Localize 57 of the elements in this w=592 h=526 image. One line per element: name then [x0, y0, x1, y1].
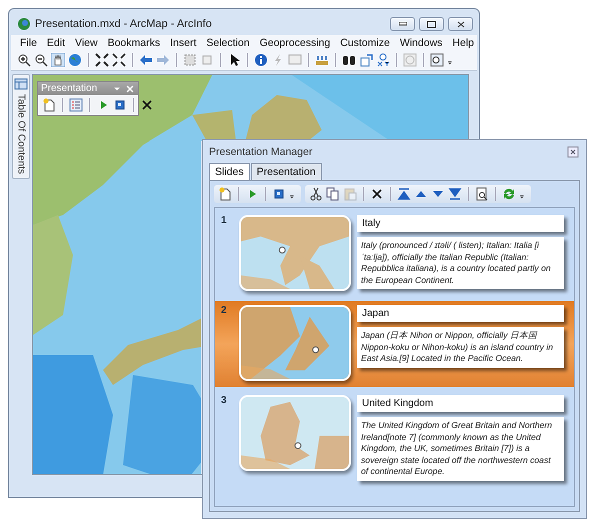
full-extent-icon[interactable]: [95, 53, 109, 67]
app-globe-icon[interactable]: [17, 17, 31, 31]
tab[interactable]: Presentation: [250, 163, 322, 180]
slide-description: Italy (pronounced / ɪtəli/ ( listen); Italian: Italia [iˈtaːlja]), officially the Italian Republic (Italian: Repubblica italiana), is a country located partly on the European Continent.: [357, 237, 564, 289]
menu-item[interactable]: Windows: [394, 36, 448, 50]
close-button[interactable]: [448, 17, 473, 31]
toc-label: Table Of Contents: [16, 94, 26, 174]
zoom-in-icon[interactable]: [17, 53, 31, 67]
menu-item[interactable]: Customize: [335, 36, 395, 50]
minimize-icon: [398, 22, 406, 26]
menu-item[interactable]: Insert: [165, 36, 202, 50]
slide-title: United Kingdom: [357, 395, 564, 412]
globe-icon[interactable]: [68, 53, 82, 67]
window-title: Presentation Manager: [209, 146, 314, 158]
magnifier-window-icon[interactable]: [430, 53, 444, 67]
window-title: Presentation.mxd - ArcMap - ArcInfo: [35, 18, 213, 30]
cut-icon[interactable]: [309, 187, 323, 201]
menu-item[interactable]: Selection: [201, 36, 255, 50]
tab[interactable]: Slides: [209, 163, 250, 180]
hand-icon[interactable]: [51, 53, 65, 67]
menu-item[interactable]: File: [15, 36, 42, 50]
back-arrow-icon[interactable]: [139, 53, 153, 67]
copy-icon[interactable]: [326, 187, 340, 201]
preview-icon[interactable]: [475, 187, 489, 201]
go-to-xy-icon[interactable]: [376, 53, 390, 67]
close-icon: [456, 20, 464, 28]
maximize-icon: [427, 20, 436, 28]
time-slider-icon[interactable]: [403, 53, 417, 67]
info-icon[interactable]: [254, 53, 268, 67]
close-icon[interactable]: [566, 145, 580, 159]
delete-icon[interactable]: [370, 187, 384, 201]
slide-item[interactable]: 1 Italy Italy (pronounced / ɪtəli/ ( listen); Italian: Italia [iˈtaːlja]), officially the Italian Republic (Italian: Repubblica italiana), is a country located partly on the European Continent.: [215, 211, 574, 297]
menu-item[interactable]: Bookmarks: [102, 36, 166, 50]
slide-description: The United Kingdom of Great Britain and Northern Ireland[note 7] (commonly known as the United Kingdom, the UK, sometimes Britain [7]) is a sovereign state located off the northwestern coast of continental Europe.: [357, 417, 564, 480]
slide-title: Italy: [357, 215, 564, 232]
slide-number: 3: [221, 395, 228, 408]
slide-title: Japan: [357, 305, 564, 322]
fixed-zoom-icon[interactable]: [112, 53, 126, 67]
slide-number: 1: [221, 215, 228, 228]
table-icon[interactable]: [14, 77, 28, 91]
toc-tab[interactable]: Table Of Contents: [12, 74, 30, 180]
zoom-out-icon[interactable]: [34, 53, 48, 67]
ruler-icon[interactable]: [315, 53, 329, 67]
select-features-icon[interactable]: [183, 53, 197, 67]
minimize-button[interactable]: [390, 17, 415, 31]
slide-item[interactable]: 2 Japan Japan (日本 Nihon or Nippon, officially 日本国 Nippon-koku or Nihon-koku) is an island country in East Asia.[9] Located in the Pacific Ocean.: [215, 301, 574, 387]
move-bottom-icon[interactable]: [448, 187, 462, 201]
slide-description: Japan (日本 Nihon or Nippon, officially 日本国 Nippon-koku or Nihon-koku) is an island country in East Asia.[9] Located in the Pacific Ocean.: [357, 327, 564, 368]
menu-item[interactable]: Geoprocessing: [254, 36, 336, 50]
menu-item[interactable]: Edit: [42, 36, 70, 50]
new-slide-icon[interactable]: [218, 187, 232, 201]
move-top-icon[interactable]: [397, 187, 411, 201]
menu-item[interactable]: Help: [447, 36, 480, 50]
menu-item[interactable]: View: [70, 36, 103, 50]
maximize-button[interactable]: [419, 17, 444, 31]
stop-icon[interactable]: [272, 187, 286, 201]
slide-number: 2: [221, 305, 228, 318]
